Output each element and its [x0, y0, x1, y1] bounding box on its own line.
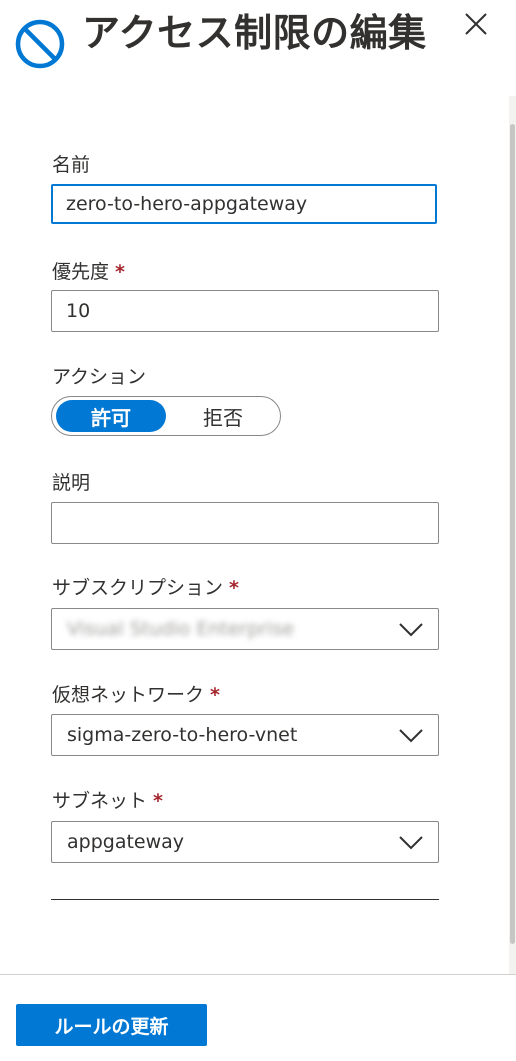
action-toggle: 許可 拒否 — [51, 396, 281, 436]
close-icon — [464, 12, 488, 40]
name-label: 名前 — [52, 154, 91, 176]
panel-title: アクセス制限の編集 — [82, 11, 427, 55]
action-label: アクション — [52, 366, 147, 388]
subscription-label: サブスクリプション * — [52, 577, 239, 599]
update-rule-button[interactable]: ルールの更新 — [16, 1004, 207, 1046]
required-marker: * — [210, 684, 220, 706]
chevron-down-icon — [398, 726, 424, 744]
priority-label: 優先度 * — [52, 261, 125, 283]
subnet-dropdown[interactable]: appgateway — [51, 821, 439, 863]
blocked-circle-icon — [14, 18, 66, 70]
scrollbar-thumb[interactable] — [510, 124, 515, 944]
priority-input[interactable] — [51, 290, 439, 332]
vnet-dropdown[interactable]: sigma-zero-to-hero-vnet — [51, 714, 439, 756]
description-label: 説明 — [52, 472, 91, 494]
form-divider — [51, 899, 439, 900]
action-allow-option[interactable]: 許可 — [56, 400, 166, 432]
footer-divider — [0, 974, 516, 975]
vnet-value: sigma-zero-to-hero-vnet — [67, 724, 298, 746]
chevron-down-icon — [398, 833, 424, 851]
vnet-label: 仮想ネットワーク * — [52, 684, 220, 706]
subnet-label: サブネット * — [52, 790, 163, 812]
subnet-value: appgateway — [67, 831, 185, 853]
required-marker: * — [229, 577, 239, 599]
action-deny-option[interactable]: 拒否 — [168, 400, 278, 432]
scrollbar[interactable] — [509, 96, 516, 974]
edit-access-restriction-panel: アクセス制限の編集 名前 優先度* アクション 許可 拒否 説明 — [0, 0, 516, 1061]
chevron-down-icon — [398, 620, 424, 638]
subscription-value: Visual Studio Enterprise — [67, 618, 295, 640]
required-marker: * — [153, 790, 163, 812]
name-input[interactable] — [51, 184, 437, 224]
subscription-dropdown[interactable]: Visual Studio Enterprise — [51, 608, 439, 650]
required-marker: * — [115, 261, 125, 283]
close-button[interactable] — [460, 10, 492, 42]
description-input[interactable] — [51, 502, 439, 544]
